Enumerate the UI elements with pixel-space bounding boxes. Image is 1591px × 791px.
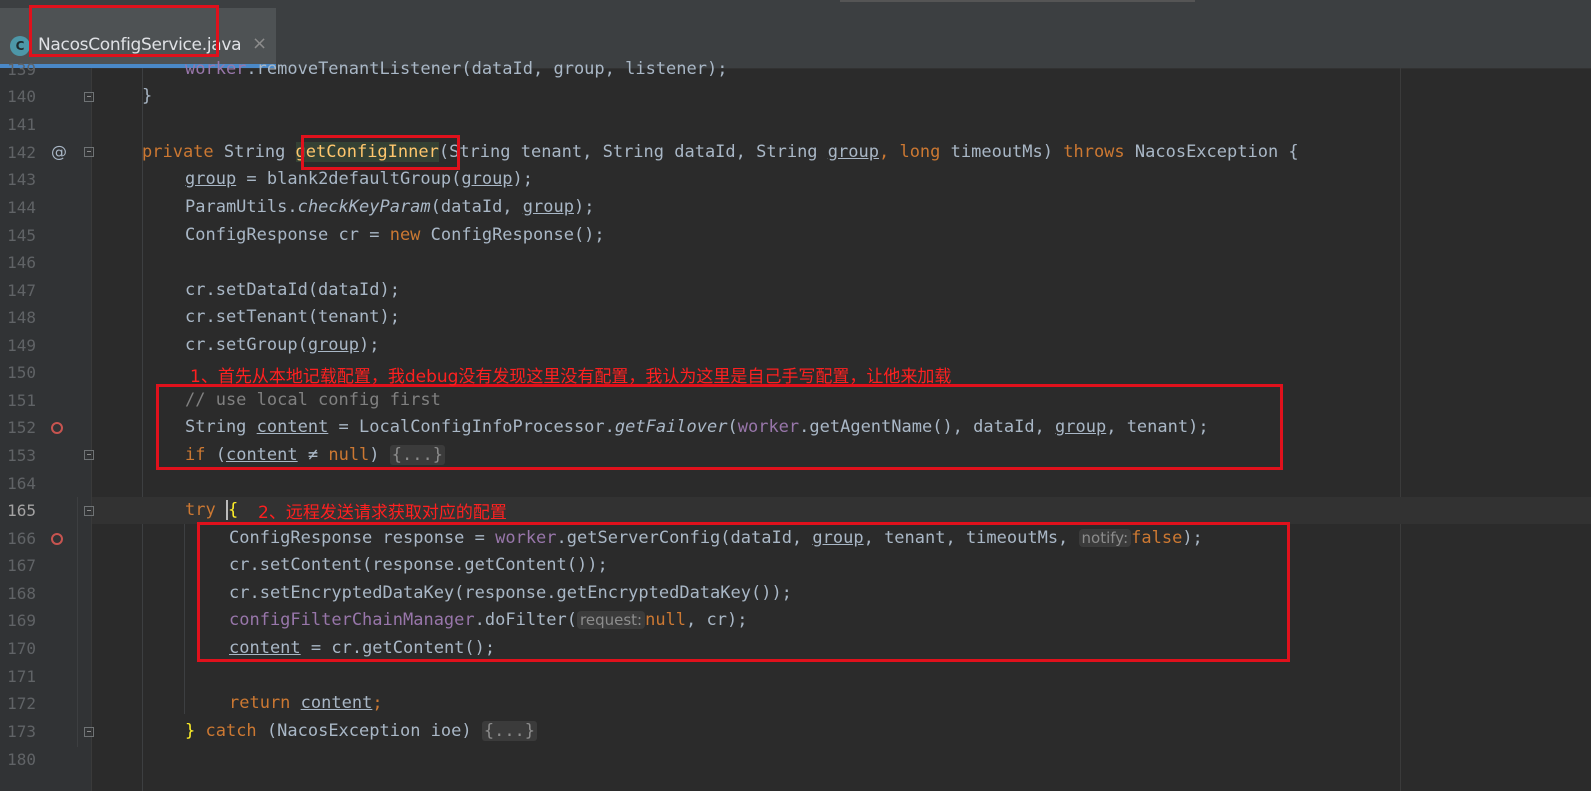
line-number: 139 bbox=[7, 60, 36, 79]
line-code: group = blank2defaultGroup(group); bbox=[185, 169, 534, 189]
code-line: 148 cr.setTenant(tenant); bbox=[0, 304, 1591, 331]
line-code: return content; bbox=[229, 693, 383, 713]
line-number: 150 bbox=[7, 363, 36, 382]
line-number: 180 bbox=[7, 750, 36, 769]
java-class-icon: C bbox=[10, 36, 30, 56]
line-code: cr.setTenant(tenant); bbox=[185, 307, 400, 327]
line-code: ConfigResponse cr = new ConfigResponse()… bbox=[185, 225, 605, 245]
line-number: 151 bbox=[7, 391, 36, 410]
line-code: } catch (NacosException ioe) {...} bbox=[185, 721, 538, 741]
line-code: cr.setGroup(group); bbox=[185, 335, 380, 355]
fold-marker-icon[interactable] bbox=[84, 506, 94, 516]
line-number: 152 bbox=[7, 418, 36, 437]
line-code: worker.removeTenantListener(dataId, grou… bbox=[185, 59, 728, 79]
code-line: 171 bbox=[0, 663, 1591, 690]
code-line: 140 } bbox=[0, 83, 1591, 110]
line-code: ParamUtils.checkKeyParam(dataId, group); bbox=[185, 197, 595, 217]
line-number: 168 bbox=[7, 584, 36, 603]
code-line: 143 group = blank2defaultGroup(group); bbox=[0, 166, 1591, 193]
folded-block[interactable]: {...} bbox=[481, 721, 538, 741]
annotation-box-method bbox=[301, 135, 460, 170]
line-number: 170 bbox=[7, 639, 36, 658]
annotation-box-local-config bbox=[156, 384, 1283, 470]
code-line: 180 bbox=[0, 746, 1591, 773]
line-number: 146 bbox=[7, 253, 36, 272]
toolbar-edge bbox=[840, 0, 1195, 2]
line-number: 143 bbox=[7, 170, 36, 189]
line-number: 147 bbox=[7, 281, 36, 300]
fold-marker-icon[interactable] bbox=[84, 147, 94, 157]
annotation-box-tab bbox=[29, 5, 219, 57]
line-number: 171 bbox=[7, 667, 36, 686]
code-line: 141 bbox=[0, 111, 1591, 138]
expand-fold-icon[interactable] bbox=[84, 727, 94, 737]
code-line: 145 ConfigResponse cr = new ConfigRespon… bbox=[0, 222, 1591, 249]
line-number: 164 bbox=[7, 474, 36, 493]
breakpoint-icon[interactable] bbox=[51, 422, 63, 434]
annotation-step1: 1、首先从本地记载配置，我debug没有发现这里没有配置，我认为这里是自己手写配… bbox=[190, 367, 952, 387]
line-number: 153 bbox=[7, 446, 36, 465]
fold-marker-icon[interactable] bbox=[84, 92, 94, 102]
line-number: 169 bbox=[7, 611, 36, 630]
close-icon[interactable]: × bbox=[252, 33, 267, 54]
line-number: 172 bbox=[7, 694, 36, 713]
code-line: 142 private String getConfigInner(String… bbox=[0, 139, 1591, 166]
code-line: 144 ParamUtils.checkKeyParam(dataId, gro… bbox=[0, 194, 1591, 221]
line-number: 149 bbox=[7, 336, 36, 355]
code-line: 149 cr.setGroup(group); bbox=[0, 332, 1591, 359]
line-number: 165 bbox=[7, 501, 36, 520]
code-line-current: 165 try { bbox=[0, 497, 1591, 524]
annotation-box-remote-config bbox=[197, 522, 1290, 662]
line-number: 141 bbox=[7, 115, 36, 134]
annotation-step2: 2、远程发送请求获取对应的配置 bbox=[258, 503, 507, 523]
code-line: 172 return content; bbox=[0, 690, 1591, 717]
line-code: try { bbox=[185, 500, 239, 520]
line-number: 148 bbox=[7, 308, 36, 327]
line-number: 145 bbox=[7, 226, 36, 245]
code-line: 147 cr.setDataId(dataId); bbox=[0, 277, 1591, 304]
line-number: 140 bbox=[7, 87, 36, 106]
line-number: 142 bbox=[7, 143, 36, 162]
code-line: 173 } catch (NacosException ioe) {...} bbox=[0, 718, 1591, 745]
code-line: 164 bbox=[0, 470, 1591, 497]
implementation-at-icon[interactable]: @ bbox=[51, 142, 67, 161]
code-line: 146 bbox=[0, 249, 1591, 276]
line-number: 173 bbox=[7, 722, 36, 741]
line-number: 167 bbox=[7, 556, 36, 575]
line-number: 166 bbox=[7, 529, 36, 548]
matched-brace: { bbox=[225, 500, 239, 520]
expand-fold-icon[interactable] bbox=[84, 450, 94, 460]
line-number: 144 bbox=[7, 198, 36, 217]
line-code: cr.setDataId(dataId); bbox=[185, 280, 400, 300]
code-line: 139 worker.removeTenantListener(dataId, … bbox=[0, 56, 1591, 83]
breakpoint-icon[interactable] bbox=[51, 533, 63, 545]
line-code: } bbox=[142, 86, 153, 106]
